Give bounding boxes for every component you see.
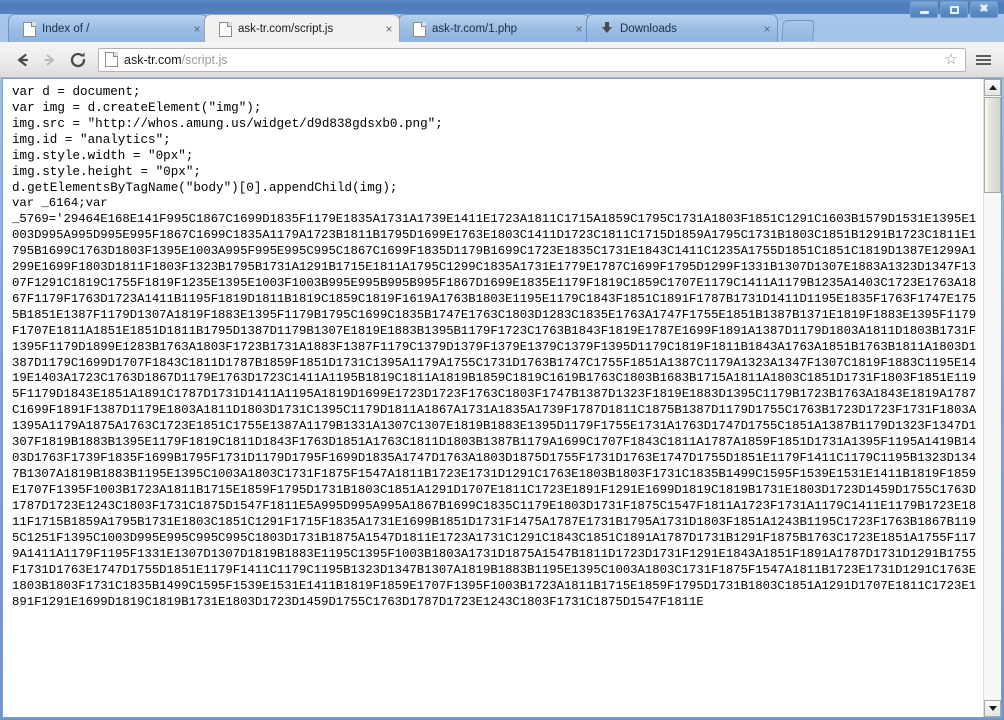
page-icon [105,52,118,67]
maximize-button[interactable] [940,1,968,18]
minimize-icon [919,10,929,14]
scroll-down-button[interactable] [984,700,1001,717]
forward-arrow-icon [44,54,55,65]
reload-button[interactable] [64,46,92,74]
tab-downloads[interactable]: Downloads × [586,14,778,42]
javascript-source: var d = document; var img = d.createElem… [12,85,443,195]
download-icon [601,21,613,36]
code-viewer[interactable]: var d = document; var img = d.createElem… [3,79,983,717]
page-icon [23,21,36,37]
menu-bar-line [975,62,991,65]
page-icon [413,21,426,37]
reload-icon [70,52,86,67]
menu-bar-line [975,54,991,57]
forward-button[interactable] [36,46,64,74]
tab-script-js[interactable]: ask-tr.com/script.js × [204,14,400,42]
browser-window: ✖ Index of / × ask-tr.com/script.js × as… [0,0,1004,720]
bookmark-star-icon[interactable]: ☆ [941,52,961,67]
close-button[interactable]: ✖ [970,1,998,18]
url-path: /script.js [181,52,228,67]
browser-toolbar: ask-tr.com/script.js ☆ [0,42,1004,78]
tab-label: Index of / [42,22,90,35]
close-icon: ✖ [979,3,989,15]
url-host: ask-tr.com [124,52,182,67]
triangle-down-icon [988,706,997,711]
tab-close-icon[interactable]: × [379,22,399,36]
tab-label: ask-tr.com/script.js [238,22,334,35]
vertical-scrollbar[interactable] [983,79,1001,717]
page-content: var d = document; var img = d.createElem… [2,78,1002,718]
tab-strip: Index of / × ask-tr.com/script.js × ask-… [0,14,1004,42]
address-bar[interactable]: ask-tr.com/script.js ☆ [98,47,966,72]
tab-label: Downloads [620,22,677,35]
scrollbar-thumb[interactable] [984,97,1001,193]
tab-index-of[interactable]: Index of / × [8,14,208,42]
page-icon [219,21,232,37]
obfuscated-header: var _6164;var [12,196,108,210]
back-arrow-icon [17,53,29,66]
menu-bar-line [975,58,991,61]
new-tab-button[interactable] [781,20,815,41]
obfuscated-payload: _5769='29464E168E141F995C1867C1699D1835F… [12,211,977,609]
menu-button[interactable] [970,47,996,73]
tab-close-icon[interactable]: × [757,22,777,36]
back-button[interactable] [8,46,36,74]
tab-label: ask-tr.com/1.php [432,22,518,35]
triangle-up-icon [988,85,997,90]
url-text: ask-tr.com/script.js [124,53,941,67]
tab-1-php[interactable]: ask-tr.com/1.php × [398,14,590,42]
window-controls: ✖ [910,1,998,18]
window-titlebar [0,0,1004,14]
minimize-button[interactable] [910,1,938,18]
scroll-up-button[interactable] [984,79,1001,96]
maximize-icon [949,5,959,14]
